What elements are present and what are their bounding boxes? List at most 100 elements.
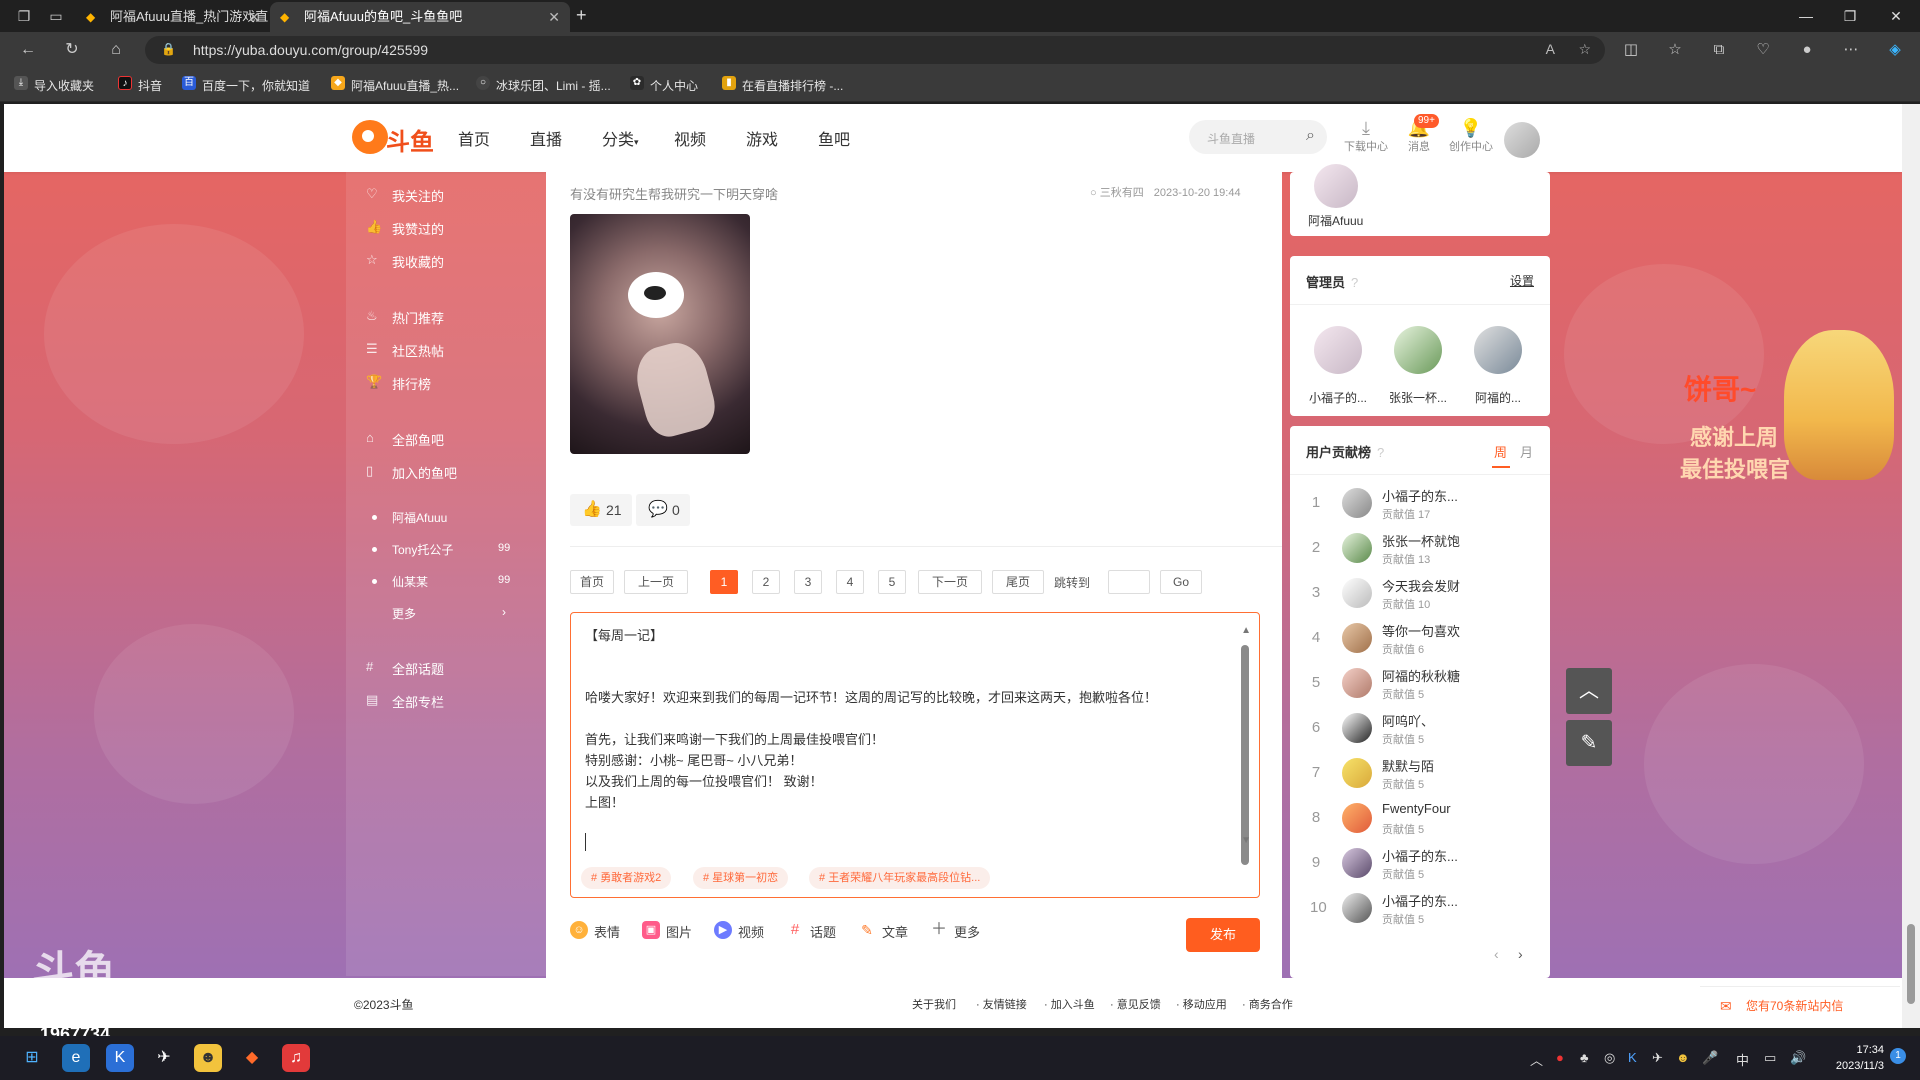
creator-center-button[interactable]: 💡 创作中心 — [1444, 118, 1498, 154]
sidebar-item-following[interactable]: ♡ 我关注的 — [366, 186, 444, 205]
favorite-star-icon[interactable]: ☆ — [1578, 41, 1591, 58]
page-scrollbar[interactable] — [1902, 104, 1920, 1028]
emoji-button[interactable]: ☺ 表情 — [570, 921, 620, 941]
rank-avatar[interactable] — [1342, 533, 1372, 563]
read-aloud-icon[interactable]: A — [1546, 41, 1555, 57]
rank-user-name[interactable]: 小福子的东... — [1382, 846, 1458, 865]
rank-user-name[interactable]: 小福子的东... — [1382, 891, 1458, 910]
window-close-icon[interactable]: ✕ — [1876, 4, 1916, 28]
video-button[interactable]: ▶ 视频 — [714, 921, 764, 941]
rank-avatar[interactable] — [1342, 488, 1372, 518]
volume-icon[interactable]: 🔊 — [1790, 1050, 1806, 1066]
tab-week[interactable]: 周 — [1494, 442, 1507, 461]
nav-game[interactable]: 游戏 — [746, 126, 778, 150]
rank-avatar[interactable] — [1342, 668, 1372, 698]
page-1[interactable]: 1 — [710, 570, 738, 594]
minimize-icon[interactable]: — — [1786, 4, 1826, 28]
page-last[interactable]: 尾页 — [992, 570, 1044, 594]
help-icon[interactable]: ? — [1377, 445, 1384, 460]
article-button[interactable]: ✎ 文章 — [858, 922, 908, 941]
bookmark-ranking[interactable]: ▮ 在看直播排行榜 -... — [722, 76, 843, 94]
app-icon[interactable]: ✈ — [150, 1044, 178, 1072]
sidebar-item-collected[interactable]: ☆ 我收藏的 — [366, 252, 444, 271]
tray-overflow-icon[interactable]: ︿ — [1530, 1050, 1543, 1069]
post-author[interactable]: 三秋有四 — [1100, 187, 1144, 199]
page-first[interactable]: 首页 — [570, 570, 614, 594]
workspaces-icon[interactable]: ❐ — [14, 6, 34, 26]
user-avatar[interactable] — [1504, 122, 1540, 158]
browser-essentials-icon[interactable]: ♡ — [1752, 40, 1774, 60]
prev-page-arrow-icon[interactable]: ‹ — [1494, 946, 1499, 962]
sidebar-more[interactable]: 更多 › — [366, 605, 506, 622]
comment-editor[interactable]: 【每周一记】 哈喽大家好！欢迎来到我们的每周一记环节！这周的周记写的比较晚，才回… — [570, 612, 1260, 898]
tray-app-icon[interactable]: ☻ — [1676, 1050, 1690, 1065]
bookmark-douyin[interactable]: ♪ 抖音 — [118, 76, 162, 94]
download-center-button[interactable]: ⤓ 下载中心 — [1339, 118, 1393, 154]
start-windows-icon[interactable]: ⊞ — [18, 1044, 46, 1072]
favorites-icon[interactable]: ☆ — [1664, 40, 1686, 60]
rank-user-name[interactable]: 今天我会发财 — [1382, 576, 1460, 595]
admin-avatar[interactable] — [1394, 326, 1442, 374]
sidebar-bar-tony[interactable]: Tony托公子 99 — [366, 541, 510, 558]
profile-icon[interactable]: ● — [1796, 40, 1818, 60]
close-icon[interactable]: ✕ — [548, 2, 560, 32]
edge-browser-icon[interactable]: e — [62, 1044, 90, 1072]
comment-button[interactable]: 💬 0 — [636, 494, 690, 526]
footer-link[interactable]: · 意见反馈 — [1110, 996, 1161, 1012]
owner-avatar[interactable] — [1314, 164, 1358, 208]
url-text[interactable]: https://yuba.douyu.com/group/425599 — [193, 42, 428, 58]
like-button[interactable]: 👍 21 — [570, 494, 632, 526]
tray-app-icon[interactable]: K — [1628, 1050, 1637, 1065]
scrollbar-thumb[interactable] — [1907, 924, 1915, 1004]
topic-tag[interactable]: # 勇敢者游戏2 — [581, 867, 672, 889]
input-method-indicator[interactable]: 中 — [1736, 1050, 1749, 1069]
sidebar-item-liked[interactable]: 👍 我赞过的 — [366, 219, 444, 238]
sidebar-bar-afuuu[interactable]: 阿福Afuuu — [366, 509, 447, 526]
footer-link[interactable]: · 友情链接 — [976, 996, 1027, 1012]
rank-user-name[interactable]: 等你一句喜欢 — [1382, 621, 1460, 640]
sidebar-item-all-columns[interactable]: ▤ 全部专栏 — [366, 692, 444, 711]
rank-avatar[interactable] — [1342, 623, 1372, 653]
scroll-down-arrow-icon[interactable]: ▼ — [1241, 835, 1251, 846]
page-next[interactable]: 下一页 — [918, 570, 982, 594]
write-post-button[interactable]: ✎ — [1566, 720, 1612, 766]
rank-user-name[interactable]: FwentyFour — [1382, 801, 1451, 816]
nav-fish-bar[interactable]: 鱼吧 — [818, 126, 850, 150]
owner-name[interactable]: 阿福Afuuu — [1308, 212, 1363, 229]
site-search-input[interactable]: 斗鱼直播 ⌕ — [1189, 120, 1327, 154]
tab-fish-bar[interactable]: ◆ 阿福Afuuu的鱼吧_斗鱼鱼吧 ✕ — [270, 2, 570, 32]
back-to-top-button[interactable]: ︿ — [1566, 668, 1612, 714]
sidebar-item-all-bars[interactable]: ⌂ 全部鱼吧 — [366, 430, 444, 449]
home-icon[interactable]: ⌂ — [106, 40, 126, 60]
rank-avatar[interactable] — [1342, 713, 1372, 743]
bookmark-afuuu-live[interactable]: ◆ 阿福Afuuu直播_热... — [331, 76, 459, 94]
admin-name[interactable]: 小福子的... — [1303, 389, 1373, 406]
footer-link[interactable]: · 加入斗鱼 — [1044, 996, 1095, 1012]
topic-tag[interactable]: # 王者荣耀八年玩家最高段位钻... — [809, 867, 991, 889]
rank-avatar[interactable] — [1342, 578, 1372, 608]
bookmark-user-center[interactable]: ✿ 个人中心 — [630, 76, 698, 94]
rank-user-name[interactable]: 阿呜吖、 — [1382, 711, 1434, 730]
tab-live-room[interactable]: ◆ 阿福Afuuu直播_热门游戏直播_斗 ✕ — [76, 2, 270, 54]
tab-month[interactable]: 月 — [1520, 442, 1533, 461]
nav-live[interactable]: 直播 — [530, 126, 562, 150]
editor-scrollbar-thumb[interactable] — [1241, 645, 1249, 865]
back-icon[interactable]: ← — [18, 40, 38, 60]
footer-link[interactable]: · 移动应用 — [1176, 996, 1227, 1012]
scroll-up-arrow-icon[interactable]: ▲ — [1241, 625, 1251, 636]
sidebar-item-joined-bars[interactable]: ▯ 加入的鱼吧 — [366, 463, 457, 482]
post-photo[interactable] — [570, 214, 750, 454]
nav-category[interactable]: 分类▾ — [602, 126, 639, 150]
nav-home[interactable]: 首页 — [458, 126, 490, 150]
image-button[interactable]: ▣ 图片 — [642, 921, 692, 941]
page-go-button[interactable]: Go — [1160, 570, 1202, 594]
page-3[interactable]: 3 — [794, 570, 822, 594]
douyu-app-icon[interactable]: ◆ — [238, 1044, 266, 1072]
restore-icon[interactable]: ❐ — [1830, 4, 1870, 28]
sidebar-bar-xian[interactable]: 仙某某 99 — [366, 573, 510, 590]
app-icon[interactable]: ☻ — [194, 1044, 222, 1072]
rank-avatar[interactable] — [1342, 893, 1372, 923]
rank-user-name[interactable]: 阿福的秋秋糖 — [1382, 666, 1460, 685]
page-4[interactable]: 4 — [836, 570, 864, 594]
copilot-icon[interactable]: ◈ — [1884, 40, 1906, 60]
